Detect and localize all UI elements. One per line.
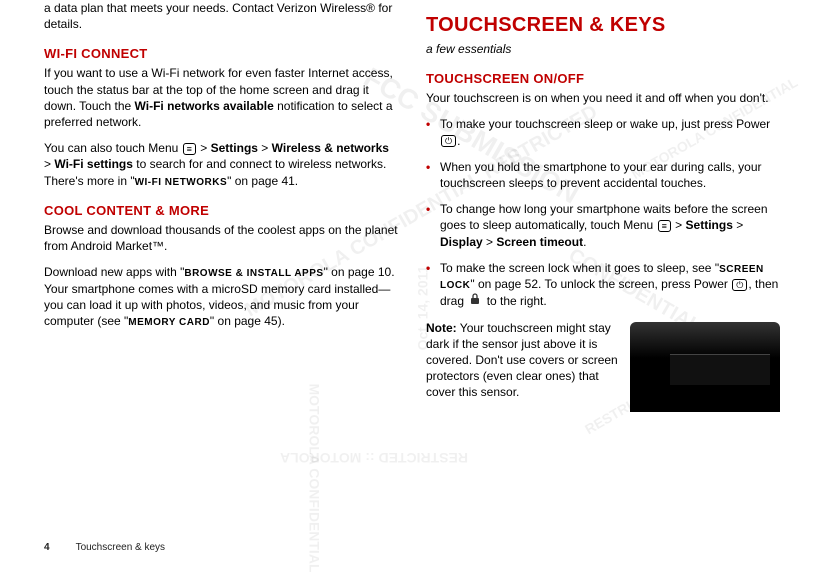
phone-logo-text: MOT <box>715 362 733 373</box>
power-icon <box>441 135 456 147</box>
wifi-paragraph-2: You can also touch Menu > Settings > Wir… <box>44 140 398 189</box>
cool-paragraph-2: Download new apps with "BROWSE & INSTALL… <box>44 264 398 329</box>
left-column: a data plan that meets your needs. Conta… <box>30 0 412 571</box>
footer-section: Touchscreen & keys <box>76 542 166 553</box>
cool-paragraph-1: Browse and download thousands of the coo… <box>44 222 398 254</box>
page-footer: 4 Touchscreen & keys <box>44 542 165 553</box>
list-item: To make your touchscreen sleep or wake u… <box>426 116 780 148</box>
page-number: 4 <box>44 542 50 553</box>
list-item: When you hold the smartphone to your ear… <box>426 159 780 191</box>
wifi-paragraph-1: If you want to use a Wi-Fi network for e… <box>44 65 398 130</box>
lock-icon <box>469 293 481 309</box>
heading-wifi-connect: WI-FI CONNECT <box>44 46 398 61</box>
subtitle: a few essentials <box>426 41 780 57</box>
menu-icon <box>183 143 196 155</box>
bullet-list: To make your touchscreen sleep or wake u… <box>426 116 780 309</box>
intro-text: a data plan that meets your needs. Conta… <box>44 0 398 32</box>
menu-icon <box>658 220 671 232</box>
heading-touchscreen-keys: TOUCHSCREEN & KEYS <box>426 14 780 37</box>
list-item: To change how long your smartphone waits… <box>426 201 780 250</box>
power-icon <box>732 279 747 291</box>
heading-cool-content: COOL CONTENT & MORE <box>44 203 398 218</box>
phone-image: MOT <box>630 322 780 412</box>
list-item: To make the screen lock when it goes to … <box>426 260 780 310</box>
note-label: Note: <box>426 321 457 335</box>
onoff-intro: Your touchscreen is on when you need it … <box>426 90 780 106</box>
heading-touchscreen-onoff: TOUCHSCREEN ON/OFF <box>426 71 780 86</box>
page-content: a data plan that meets your needs. Conta… <box>0 0 824 571</box>
note-paragraph: MOT Note: Your touchscreen might stay da… <box>426 320 780 401</box>
right-column: TOUCHSCREEN & KEYS a few essentials TOUC… <box>412 0 794 571</box>
